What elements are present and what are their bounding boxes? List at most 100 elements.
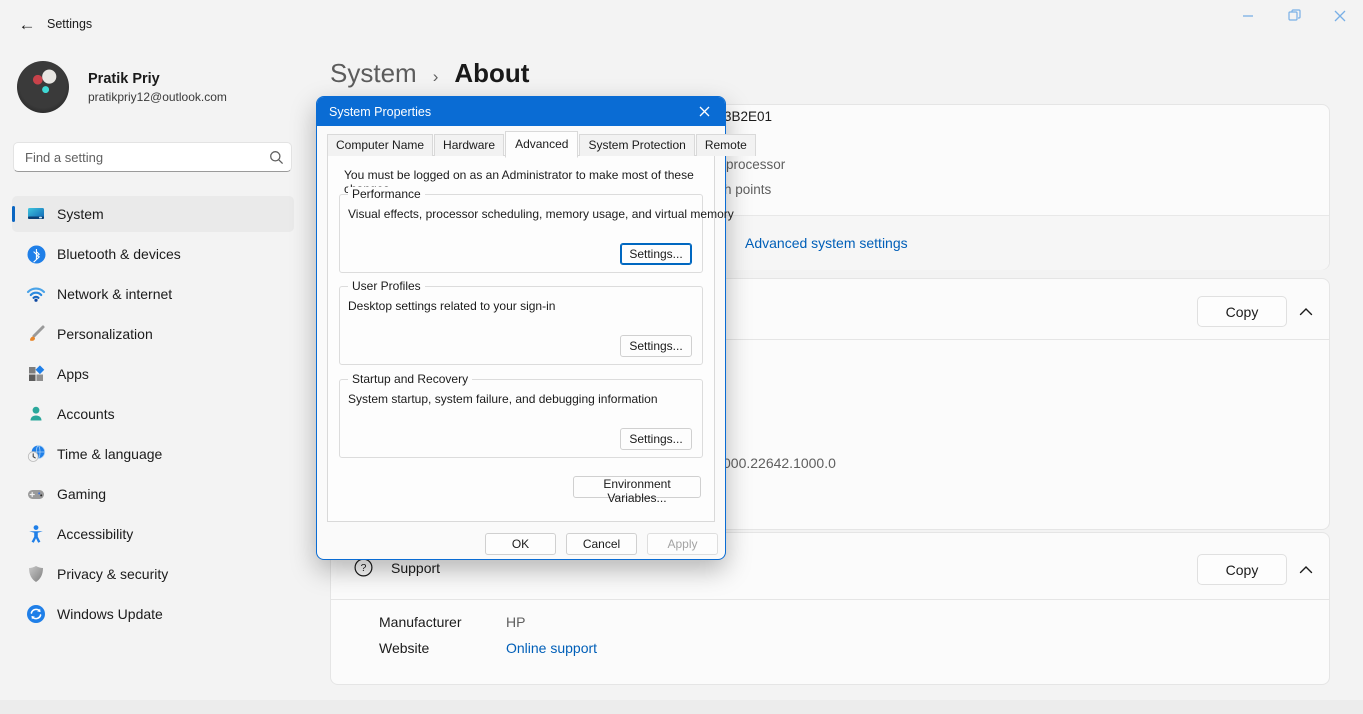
user-email: pratikpriy12@outlook.com [88, 89, 227, 104]
sidebar-item-label: Time & language [57, 446, 163, 462]
device-id-fragment: 3B2E01 [724, 109, 773, 124]
close-button[interactable] [1317, 0, 1363, 31]
account-block[interactable]: Pratik Priy pratikpriy12@outlook.com [17, 60, 297, 114]
collapse-chevron-button[interactable] [1295, 300, 1317, 322]
tab-advanced[interactable]: Advanced [505, 131, 579, 158]
advanced-system-settings-link[interactable]: Advanced system settings [745, 235, 908, 251]
back-arrow-icon: ← [18, 15, 36, 34]
sidebar-item-label: Network & internet [57, 286, 173, 302]
sidebar-item-label: Windows Update [57, 606, 163, 622]
minimize-button[interactable] [1225, 0, 1271, 31]
search-input[interactable] [14, 149, 261, 165]
website-label: Website [379, 640, 430, 656]
tab-hardware[interactable]: Hardware [434, 134, 505, 156]
tab-remote[interactable]: Remote [695, 134, 756, 156]
startup-recovery-settings-button[interactable]: Settings... [620, 428, 692, 450]
chevron-up-icon [1299, 307, 1313, 315]
sidebar-item-bluetooth-devices[interactable]: Bluetooth & devices [12, 236, 294, 272]
ok-button[interactable]: OK [485, 533, 556, 555]
sidebar-item-label: Accessibility [57, 526, 134, 542]
os-build-fragment: 000.22642.1000.0 [723, 455, 836, 471]
svg-text:?: ? [361, 562, 367, 574]
question-mark-icon: ? [354, 558, 373, 577]
collapse-chevron-button[interactable] [1295, 558, 1317, 580]
sidebar-item-label: Gaming [57, 486, 107, 502]
sidebar-item-windows-update[interactable]: Windows Update [12, 596, 294, 632]
advanced-tab-page: You must be logged on as an Administrato… [327, 155, 734, 522]
cancel-button[interactable]: Cancel [566, 533, 637, 555]
copy-button[interactable]: Copy [1197, 554, 1287, 585]
wifi-icon [26, 284, 46, 304]
update-icon [26, 604, 46, 624]
maximize-button[interactable] [1271, 0, 1317, 31]
paintbrush-icon [26, 324, 46, 344]
window-title: Settings [47, 17, 93, 31]
user-name: Pratik Priy [88, 70, 160, 87]
sidebar-item-label: Bluetooth & devices [57, 246, 181, 262]
avatar [17, 61, 69, 113]
performance-group: Performance Visual effects, processor sc… [339, 187, 734, 273]
search-icon [261, 150, 291, 165]
support-title: Support [391, 560, 441, 576]
window-bottom-edge [0, 700, 1363, 714]
apps-icon [26, 364, 46, 384]
breadcrumb: System › About [330, 58, 529, 89]
system-properties-dialog: System Properties Computer Name Hardware… [316, 96, 756, 560]
sidebar-item-privacy-security[interactable]: Privacy & security [12, 556, 294, 592]
tab-system-protection[interactable]: System Protection [579, 134, 695, 156]
dialog-titlebar[interactable]: System Properties [317, 97, 725, 126]
clock-globe-icon [26, 444, 46, 464]
sidebar-item-network-internet[interactable]: Network & internet [12, 276, 294, 312]
minimize-icon [1243, 14, 1253, 17]
breadcrumb-system[interactable]: System [330, 58, 417, 89]
close-icon [699, 106, 709, 117]
environment-variables-button[interactable]: Environment Variables... [573, 476, 701, 505]
tab-computer-name[interactable]: Computer Name [327, 134, 434, 156]
sidebar-item-label: Privacy & security [57, 566, 169, 582]
apply-button[interactable]: Apply [647, 533, 718, 555]
page-title: About [454, 58, 530, 88]
gamepad-icon [26, 484, 46, 504]
search-box [13, 142, 292, 172]
close-icon [1334, 10, 1346, 21]
accessibility-person-icon [26, 524, 46, 544]
sidebar-item-label: Accounts [57, 406, 115, 422]
startup-recovery-group: Startup and Recovery System startup, sys… [339, 372, 703, 458]
manufacturer-label: Manufacturer [379, 614, 462, 630]
system-icon [26, 204, 46, 224]
restore-icon [1287, 9, 1301, 21]
performance-group-desc: Visual effects, processor scheduling, me… [348, 207, 734, 221]
performance-group-title: Performance [348, 187, 425, 201]
startup-recovery-group-title: Startup and Recovery [348, 372, 473, 386]
shield-icon [26, 564, 46, 584]
touch-points-fragment: h points [724, 182, 772, 197]
user-profiles-group-desc: Desktop settings related to your sign-in [348, 299, 556, 313]
sidebar-item-label: System [57, 206, 104, 222]
sidebar-item-personalization[interactable]: Personalization [12, 316, 294, 352]
dialog-close-button[interactable] [688, 100, 720, 123]
back-button[interactable]: ← [12, 12, 42, 38]
divider [331, 599, 1329, 600]
person-icon [26, 404, 46, 424]
manufacturer-value: HP [506, 614, 526, 630]
sidebar-item-system[interactable]: System [12, 196, 294, 232]
breadcrumb-separator: › [432, 67, 439, 86]
online-support-link[interactable]: Online support [506, 640, 597, 656]
dialog-title: System Properties [329, 104, 432, 119]
chevron-up-icon [1299, 565, 1313, 573]
startup-recovery-group-desc: System startup, system failure, and debu… [348, 392, 658, 406]
window-controls [1225, 0, 1363, 31]
copy-button[interactable]: Copy [1197, 296, 1287, 327]
user-profiles-settings-button[interactable]: Settings... [620, 335, 692, 357]
dialog-tab-strip: Computer Name Hardware Advanced System P… [327, 131, 757, 158]
performance-settings-button[interactable]: Settings... [620, 243, 692, 265]
sidebar-item-accessibility[interactable]: Accessibility [12, 516, 294, 552]
sidebar-item-time-language[interactable]: Time & language [12, 436, 294, 472]
sidebar-item-apps[interactable]: Apps [12, 356, 294, 392]
processor-fragment: processor [726, 157, 786, 172]
sidebar-item-label: Personalization [57, 326, 153, 342]
user-profiles-group-title: User Profiles [348, 279, 425, 293]
sidebar-nav: System Bluetooth & devices Network & int… [12, 196, 294, 636]
sidebar-item-accounts[interactable]: Accounts [12, 396, 294, 432]
sidebar-item-gaming[interactable]: Gaming [12, 476, 294, 512]
